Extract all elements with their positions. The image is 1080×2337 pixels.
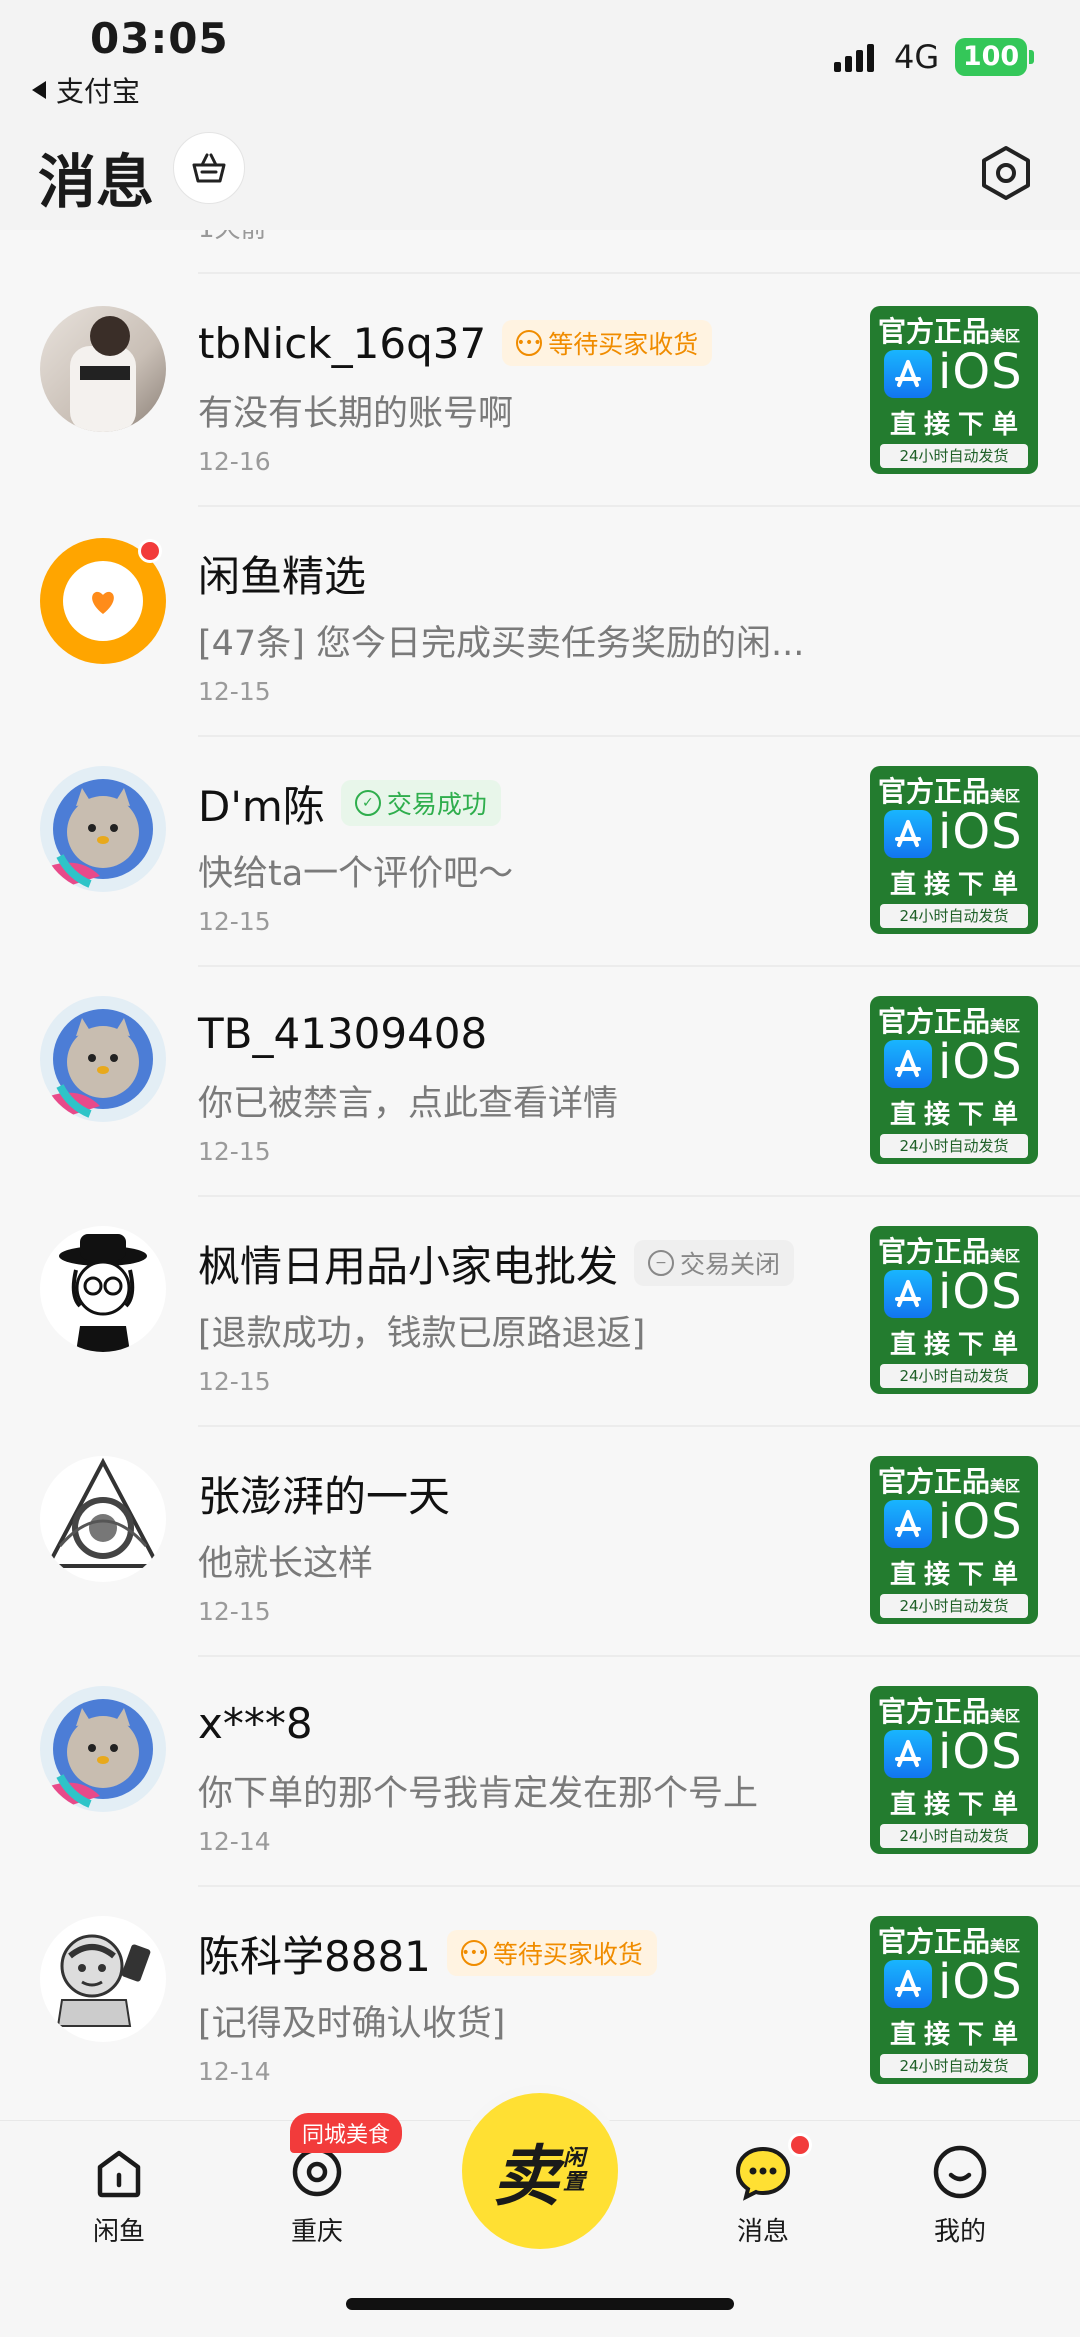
avatar	[40, 1456, 166, 1582]
sell-label: 卖	[493, 2138, 559, 2215]
message-date: 12-15	[198, 1137, 271, 1166]
conversation-list[interactable]: 1天前 tbNick_16q37 •••等待买家收货 有没有长期的账号啊 12-…	[0, 230, 1080, 2120]
app-store-icon	[884, 1960, 932, 2008]
product-thumbnail[interactable]: 官方正品美区 iOS 直接下单 24小时自动发货	[870, 996, 1038, 1164]
avatar	[40, 1686, 166, 1812]
status-time: 03:05	[90, 14, 229, 63]
tab-profile[interactable]: 我的	[895, 2141, 1025, 2248]
clock-dots-icon: •••	[516, 330, 543, 356]
back-arrow-icon	[32, 81, 46, 99]
page-title: 消息	[38, 148, 155, 216]
conversation-item[interactable]: 枫情日用品小家电批发 − 交易关闭 [退款成功，钱款已原路退返] 12-15 官方…	[0, 1195, 1080, 1425]
contact-name: D'm陈	[198, 781, 325, 831]
avatar	[40, 1916, 166, 2042]
tab-label: 重庆	[290, 2217, 343, 2247]
message-date: 12-15	[198, 677, 271, 706]
basket-icon	[192, 153, 226, 183]
contact-name: tbNick_16q37	[198, 318, 487, 368]
home-icon	[97, 2150, 141, 2198]
minus-circle-icon: −	[648, 1250, 675, 1276]
app-store-icon	[884, 1270, 932, 1318]
message-preview: 他就长这样	[198, 1544, 374, 1584]
contact-name: x***8	[198, 1698, 313, 1748]
message-date: 12-14	[198, 2057, 271, 2086]
message-preview: 有没有长期的账号啊	[198, 394, 514, 434]
contact-name: 陈科学8881	[198, 1931, 431, 1981]
contact-name: 张澎湃的一天	[198, 1471, 451, 1521]
app-store-icon	[884, 1500, 932, 1548]
product-thumbnail[interactable]: 官方正品美区 iOS 直接下单 24小时自动发货	[870, 1686, 1038, 1854]
app-store-icon	[884, 1730, 932, 1778]
conversation-item[interactable]: tbNick_16q37 ••• 等待买家收货 有没有长期的账号啊 12-16 官…	[0, 275, 1080, 505]
settings-icon[interactable]	[978, 145, 1034, 201]
message-preview: [退款成功，钱款已原路退返]	[198, 1314, 646, 1354]
message-preview: 你已被禁言，点此查看详情	[198, 1084, 619, 1124]
conversation-item[interactable]: TB_41309408 你已被禁言，点此查看详情 12-15 官方正品美区 iO…	[0, 965, 1080, 1195]
product-thumbnail[interactable]: 官方正品美区 iOS 直接下单 24小时自动发货	[870, 766, 1038, 934]
battery-icon: 100	[955, 38, 1034, 76]
status-badge: − 交易关闭	[634, 1240, 795, 1286]
avatar	[40, 996, 166, 1122]
message-date: 12-16	[198, 447, 271, 476]
network-type: 4G	[894, 38, 940, 76]
back-to-app-link[interactable]: 支付宝	[32, 70, 140, 110]
message-date: 12-15	[198, 907, 271, 936]
home-indicator	[346, 2298, 734, 2310]
message-preview: [47条] 您今日完成买卖任务奖励的闲...	[198, 624, 805, 664]
unread-dot	[788, 2133, 812, 2157]
signal-icon	[834, 44, 878, 72]
tab-city[interactable]: 重庆	[252, 2141, 382, 2248]
avatar	[40, 306, 166, 432]
tab-label: 我的	[933, 2217, 986, 2247]
product-thumbnail[interactable]: 官方正品美区 iOS 直接下单 24小时自动发货	[870, 306, 1038, 474]
app-store-icon	[884, 1040, 932, 1088]
app-store-icon	[884, 810, 932, 858]
tab-label: 闲鱼	[92, 2217, 145, 2247]
clock-dots-icon: •••	[460, 1940, 487, 1966]
conversation-item[interactable]: 陈科学8881 ••• 等待买家收货 [记得及时确认收货] 12-14 官方正品美…	[0, 1885, 1080, 2115]
product-thumbnail[interactable]: 官方正品美区 iOS 直接下单 24小时自动发货	[870, 1226, 1038, 1394]
profile-icon	[933, 2145, 987, 2199]
unread-dot	[138, 539, 162, 563]
sell-button[interactable]: 卖 闲置	[462, 2093, 618, 2249]
contact-name: 枫情日用品小家电批发	[198, 1241, 619, 1291]
status-badge: ••• 等待买家收货	[502, 320, 713, 366]
message-preview: 快给ta一个评价吧～	[198, 854, 514, 894]
message-icon	[735, 2146, 791, 2201]
divider	[198, 272, 1080, 274]
check-circle-icon: ✓	[354, 790, 381, 816]
app-store-icon	[884, 350, 932, 398]
conversation-item[interactable]: 闲鱼精选 [47条] 您今日完成买卖任务奖励的闲... 12-15	[0, 505, 1080, 735]
message-preview: [记得及时确认收货]	[198, 2004, 506, 2044]
tab-messages[interactable]: 消息	[698, 2141, 828, 2248]
conversation-item[interactable]: 张澎湃的一天 他就长这样 12-15 官方正品美区 iOS 直接下单 24小时自…	[0, 1425, 1080, 1655]
contact-name: 闲鱼精选	[198, 551, 367, 601]
conversation-item[interactable]: D'm陈 ✓ 交易成功 快给ta一个评价吧～ 12-15 官方正品美区 iOS 直…	[0, 735, 1080, 965]
product-thumbnail[interactable]: 官方正品美区 iOS 直接下单 24小时自动发货	[870, 1456, 1038, 1624]
message-date: 12-15	[198, 1597, 271, 1626]
promo-badge: 同城美食	[290, 2113, 403, 2153]
message-date: 12-14	[198, 1827, 271, 1856]
contact-name: TB_41309408	[198, 1008, 488, 1058]
page-header: 消息	[0, 130, 1080, 230]
sell-sublabel: 闲置	[563, 2146, 586, 2195]
avatar	[40, 766, 166, 892]
product-thumbnail[interactable]: 官方正品美区 iOS 直接下单 24小时自动发货	[870, 1916, 1038, 2084]
status-badge: ✓ 交易成功	[340, 780, 501, 826]
avatar	[40, 1226, 166, 1352]
partial-timestamp: 1天前	[198, 230, 267, 245]
message-preview: 你下单的那个号我肯定发在那个号上	[198, 1774, 759, 1814]
message-date: 12-15	[198, 1367, 271, 1396]
conversation-item[interactable]: x***8 你下单的那个号我肯定发在那个号上 12-14 官方正品美区 iOS …	[0, 1655, 1080, 1885]
status-bar: 03:05 支付宝 4G 100	[0, 0, 1080, 130]
status-badge: ••• 等待买家收货	[446, 1930, 657, 1976]
basket-button[interactable]	[173, 132, 245, 204]
tab-home[interactable]: 闲鱼	[54, 2141, 184, 2248]
tab-label: 消息	[736, 2217, 789, 2247]
back-app-label: 支付宝	[56, 75, 141, 108]
